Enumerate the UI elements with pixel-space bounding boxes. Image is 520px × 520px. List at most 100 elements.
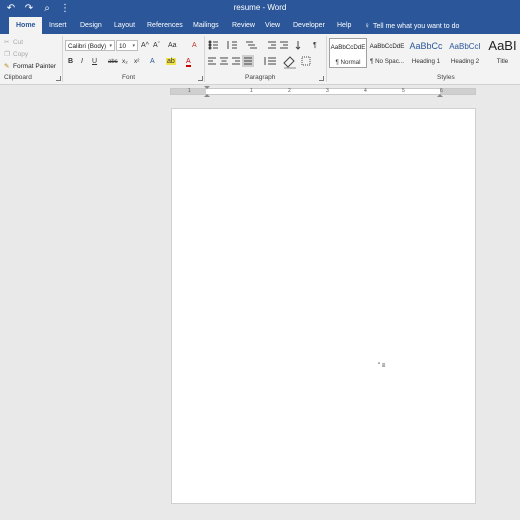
font-color-button[interactable]: A (186, 57, 191, 67)
group-separator (62, 36, 63, 82)
style-name: Heading 2 (450, 58, 480, 65)
subscript-button[interactable]: x₂ (122, 57, 128, 67)
style-heading-1[interactable]: AaBbCc Heading 1 (407, 38, 445, 68)
ruler-number: 1 (188, 88, 191, 94)
font-size-value: 10 (119, 43, 127, 50)
align-center-icon[interactable] (220, 57, 228, 65)
style-heading-2[interactable]: AaBbCcI Heading 2 (446, 38, 484, 68)
clipboard-group-label: Clipboard (4, 74, 32, 81)
shading-icon[interactable] (283, 56, 296, 69)
ribbon-tabs: Home Insert Design Layout References Mai… (0, 17, 520, 34)
clear-formatting-button[interactable]: A (192, 41, 197, 51)
ruler-number: 3 (326, 88, 329, 94)
style-title[interactable]: AaBI Title (485, 38, 520, 68)
style-name: Heading 1 (411, 58, 441, 65)
document-area[interactable]: " ≡ (0, 99, 520, 520)
scissors-icon: ✂ (4, 39, 10, 46)
ruler-number: 2 (288, 88, 291, 94)
ruler-number: 1 (250, 88, 253, 94)
tab-developer[interactable]: Developer (293, 17, 325, 34)
document-page[interactable]: " ≡ (171, 108, 476, 504)
tab-home[interactable]: Home (9, 17, 43, 34)
style-name: Title (496, 58, 509, 65)
strikethrough-button[interactable]: abc (108, 57, 118, 67)
paragraph-mark: " ≡ (378, 363, 386, 369)
highlight-button[interactable]: ab (166, 57, 176, 67)
horizontal-ruler-area: 1 1 2 3 4 5 6 (0, 85, 520, 99)
style-preview: AaBbCcI (449, 42, 481, 51)
chevron-down-icon: ▾ (132, 43, 135, 49)
justify-icon[interactable] (242, 55, 254, 67)
tab-references[interactable]: References (147, 17, 183, 34)
format-painter-label: Format Painter (13, 63, 56, 70)
superscript-button[interactable]: x² (134, 57, 139, 67)
font-color-label: A (186, 58, 191, 67)
ruler-right-margin (440, 89, 475, 94)
shrink-font-button[interactable]: Aˇ (153, 41, 160, 51)
tab-mailings[interactable]: Mailings (193, 17, 219, 34)
tab-layout[interactable]: Layout (114, 17, 135, 34)
bold-button[interactable]: B (68, 57, 73, 67)
clipboard-dialog-launcher[interactable] (56, 76, 61, 81)
align-right-icon[interactable] (232, 57, 240, 65)
tab-view[interactable]: View (265, 17, 280, 34)
numbering-icon[interactable] (227, 41, 237, 49)
cut-label: Cut (13, 39, 24, 46)
copy-button[interactable]: ❐ Copy (4, 50, 28, 58)
font-size-combo[interactable]: 10 ▾ (116, 40, 138, 51)
italic-button[interactable]: I (81, 57, 83, 67)
first-line-indent-marker[interactable] (204, 86, 210, 89)
hanging-indent-marker[interactable] (204, 94, 210, 97)
highlight-label: ab (166, 58, 176, 65)
tell-me-text: Tell me what you want to do (373, 23, 460, 30)
style-name: ¶ Normal (335, 59, 361, 66)
style-name: ¶ No Spac... (370, 58, 404, 65)
sort-icon[interactable] (295, 41, 301, 50)
cut-button[interactable]: ✂ Cut (4, 38, 23, 46)
style-preview: AaBbCcDdE (369, 43, 405, 50)
ruler-number: 4 (364, 88, 367, 94)
borders-icon[interactable] (301, 56, 311, 66)
paragraph-group-label: Paragraph (245, 74, 276, 81)
text-effects-button[interactable]: A (150, 57, 155, 67)
window-title: resume - Word (233, 3, 287, 12)
tab-review[interactable]: Review (232, 17, 255, 34)
paragraph-icons (208, 40, 311, 69)
copy-label: Copy (13, 51, 29, 58)
ruler-number: 5 (402, 88, 405, 94)
group-separator (326, 36, 327, 82)
tab-insert[interactable]: Insert (49, 17, 67, 34)
paragraph-dialog-launcher[interactable] (319, 76, 324, 81)
line-spacing-icon[interactable] (264, 57, 276, 65)
group-separator (204, 36, 205, 82)
styles-group-label: Styles (437, 74, 455, 81)
style-preview: AaBbCc (409, 41, 443, 51)
title-bar: ↶ ↷ ⌕ ⋮ resume - Word (0, 0, 520, 17)
show-marks-button[interactable]: ¶ (313, 41, 317, 51)
style-no-spacing[interactable]: AaBbCcDdE ¶ No Spac... (368, 38, 406, 68)
ribbon-home: ✂ Cut ❐ Copy ✎ Format Painter Clipboard Cal… (0, 34, 520, 85)
paintbrush-icon: ✎ (4, 63, 10, 70)
copy-icon: ❐ (4, 51, 10, 58)
tab-help[interactable]: Help (337, 17, 351, 34)
tab-design[interactable]: Design (80, 17, 102, 34)
chevron-down-icon: ▾ (109, 43, 112, 49)
align-left-icon[interactable] (208, 57, 216, 65)
font-dialog-launcher[interactable] (198, 76, 203, 81)
style-normal[interactable]: AaBbCcDdE ¶ Normal (329, 38, 367, 68)
style-preview: AaBI (488, 38, 517, 53)
underline-button[interactable]: U (92, 57, 97, 67)
grow-font-button[interactable]: A^ (141, 41, 149, 51)
horizontal-ruler[interactable]: 1 1 2 3 4 5 6 (170, 86, 476, 97)
decrease-indent-icon[interactable] (268, 41, 276, 49)
multilevel-list-icon[interactable] (246, 41, 257, 49)
increase-indent-icon[interactable] (280, 41, 288, 49)
format-painter-button[interactable]: ✎ Format Painter (4, 62, 56, 70)
bullets-icon[interactable] (208, 40, 218, 50)
font-name-combo[interactable]: Calibri (Body) ▾ (65, 40, 115, 51)
style-preview: AaBbCcDdE (330, 44, 366, 51)
tell-me-search[interactable]: ♀ Tell me what you want to do (364, 17, 459, 34)
change-case-button[interactable]: Aa (168, 41, 177, 51)
right-indent-marker[interactable] (437, 94, 443, 97)
lightbulb-icon: ♀ (364, 21, 370, 30)
